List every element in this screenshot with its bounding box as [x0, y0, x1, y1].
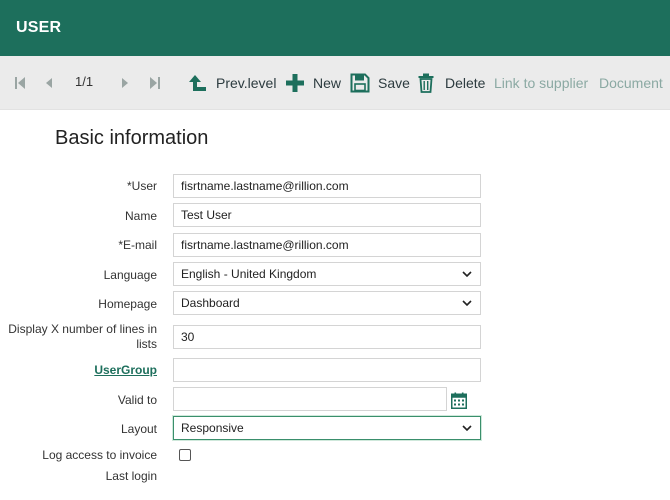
usergroup-input[interactable]: [173, 358, 481, 382]
last-login-label: Last login: [105, 469, 157, 483]
email-input[interactable]: fisrtname.lastname@rillion.com: [173, 233, 481, 257]
last-record-icon[interactable]: [150, 76, 162, 90]
language-select-value: English - United Kingdom: [181, 267, 317, 281]
chevron-down-icon: [462, 425, 472, 431]
delete-label: Delete: [445, 75, 486, 91]
name-input-value: Test User: [181, 208, 232, 222]
delete-button[interactable]: Delete: [417, 72, 485, 94]
plus-icon: [285, 73, 305, 93]
language-label: Language: [103, 268, 157, 282]
previous-record-icon[interactable]: [45, 76, 57, 90]
next-record-icon[interactable]: [121, 76, 133, 90]
homepage-select-value: Dashboard: [181, 296, 240, 310]
new-label: New: [313, 75, 342, 91]
link-to-supplier-label: Link to supplier: [494, 75, 589, 91]
save-icon: [350, 73, 370, 93]
toolbar: 1/1 Prev.level New Save Delete Link to s…: [0, 56, 670, 110]
app-header: USER: [0, 0, 670, 56]
homepage-select[interactable]: Dashboard: [173, 291, 481, 315]
chevron-down-icon: [462, 271, 472, 277]
layout-label: Layout: [120, 422, 157, 436]
user-input[interactable]: fisrtname.lastname@rillion.com: [173, 174, 481, 198]
user-label: *User: [126, 179, 157, 193]
valid-to-input[interactable]: [173, 387, 447, 411]
save-button[interactable]: Save: [350, 72, 410, 94]
record-pager: 1/1: [75, 74, 94, 89]
log-access-checkbox[interactable]: [179, 449, 191, 461]
document-button[interactable]: Document: [599, 72, 663, 94]
language-select[interactable]: English - United Kingdom: [173, 262, 481, 286]
page-title: USER: [16, 19, 62, 36]
new-button[interactable]: New: [285, 72, 341, 94]
first-record-icon[interactable]: [15, 76, 27, 90]
usergroup-link[interactable]: UserGroup: [94, 363, 157, 377]
name-input[interactable]: Test User: [173, 203, 481, 227]
chevron-down-icon: [462, 300, 472, 306]
homepage-label: Homepage: [98, 297, 157, 311]
save-label: Save: [378, 75, 410, 91]
prev-level-button[interactable]: Prev.level: [188, 72, 276, 94]
email-input-value: fisrtname.lastname@rillion.com: [181, 238, 349, 252]
level-up-icon: [188, 73, 208, 93]
lines-input[interactable]: 30: [173, 325, 481, 349]
user-input-value: fisrtname.lastname@rillion.com: [181, 179, 349, 193]
link-to-supplier-button[interactable]: Link to supplier: [494, 72, 588, 94]
lines-input-value: 30: [181, 330, 195, 344]
log-access-label: Log access to invoice: [42, 448, 157, 462]
valid-to-label: Valid to: [117, 393, 157, 407]
prev-level-label: Prev.level: [216, 75, 277, 91]
layout-select-value: Responsive: [181, 421, 244, 435]
lines-label: Display X number of lines in lists: [8, 322, 157, 351]
name-label: Name: [124, 209, 157, 223]
trash-icon: [417, 73, 437, 93]
section-title: Basic information: [55, 127, 209, 149]
calendar-icon[interactable]: [451, 392, 467, 409]
document-label: Document: [599, 75, 663, 91]
layout-select[interactable]: Responsive: [173, 416, 481, 440]
email-label: *E-mail: [118, 238, 157, 252]
